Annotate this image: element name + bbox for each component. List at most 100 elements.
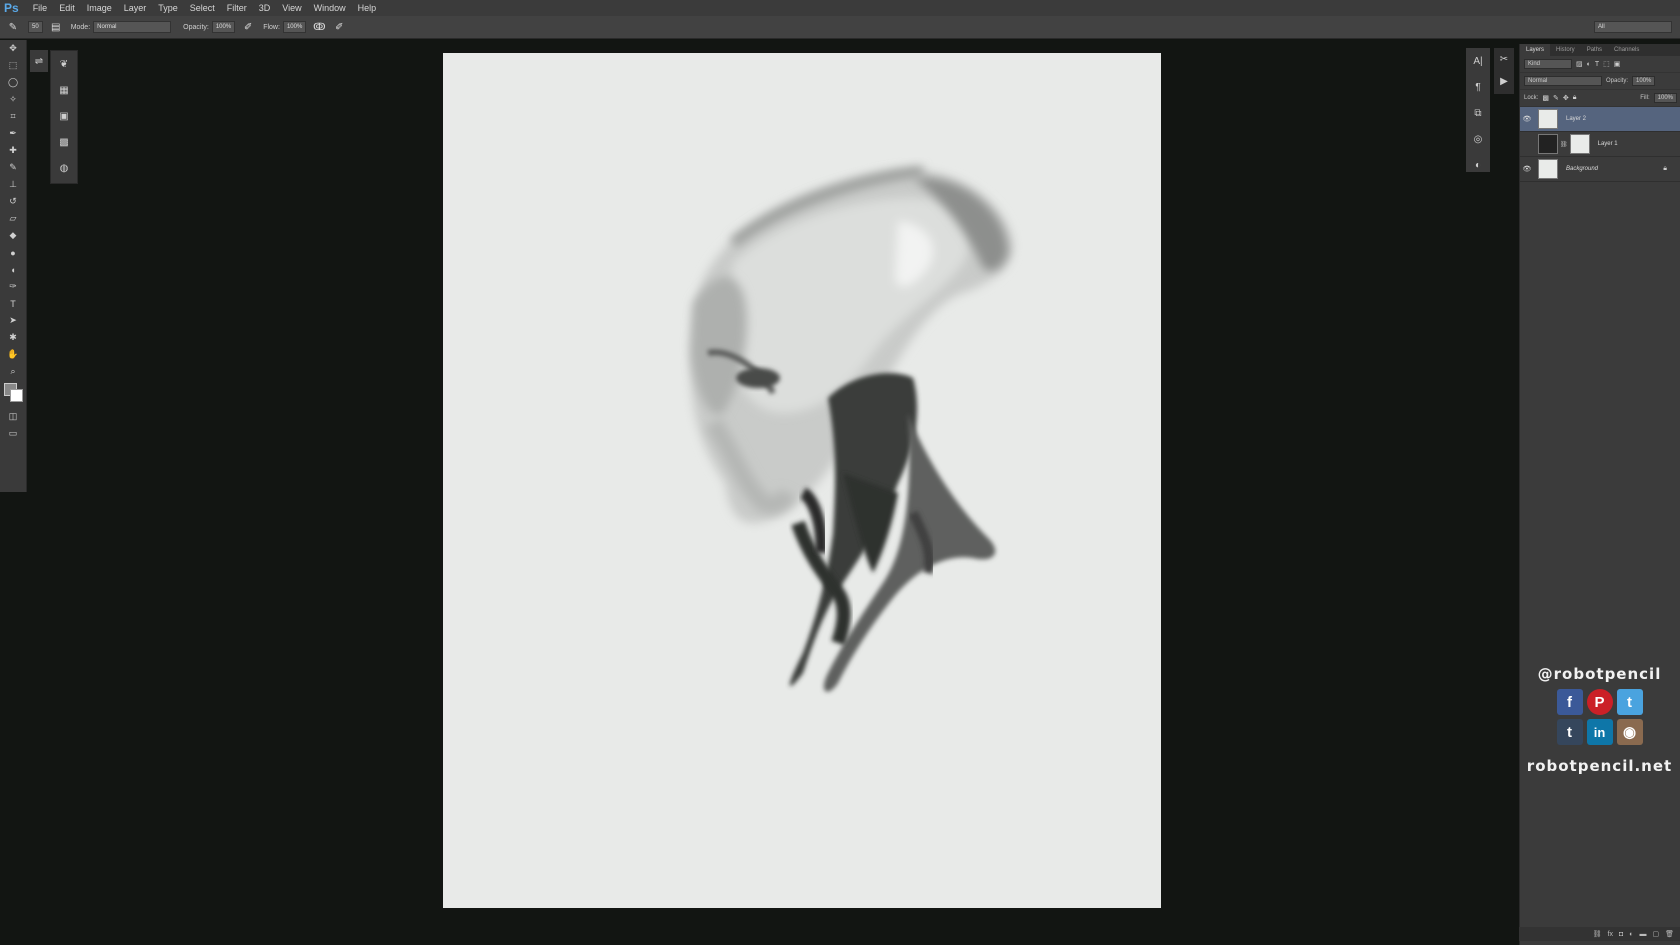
- swatches-icon[interactable]: ▩: [51, 129, 77, 155]
- menu-file[interactable]: File: [27, 3, 54, 13]
- lock-transparent-icon[interactable]: ▩: [1542, 94, 1549, 102]
- menu-image[interactable]: Image: [81, 3, 118, 13]
- paint-bucket-tool-icon[interactable]: ◆: [0, 227, 26, 244]
- menu-help[interactable]: Help: [352, 3, 383, 13]
- tab-paths[interactable]: Paths: [1581, 47, 1608, 53]
- facebook-icon[interactable]: f: [1556, 689, 1583, 715]
- navigator-icon[interactable]: ◍: [51, 155, 77, 181]
- type-tool-icon[interactable]: T: [0, 295, 26, 312]
- layer-opacity-label: Opacity:: [1606, 78, 1629, 84]
- lock-all-icon[interactable]: 🔒︎: [1573, 94, 1577, 102]
- instagram-icon[interactable]: ◉: [1616, 719, 1643, 745]
- paragraph-panel-icon[interactable]: ¶: [1466, 74, 1490, 100]
- brush-settings-icon[interactable]: ▦: [51, 77, 77, 103]
- linkedin-icon[interactable]: in: [1586, 719, 1613, 745]
- blend-mode-select[interactable]: Normal: [1524, 76, 1602, 86]
- adjustments-panel-icon[interactable]: ◎: [1466, 126, 1490, 152]
- menu-3d[interactable]: 3D: [253, 3, 277, 13]
- tumblr-icon[interactable]: t: [1556, 719, 1583, 745]
- layer-style-icon[interactable]: fx: [1608, 931, 1613, 938]
- layer-name[interactable]: Background: [1566, 166, 1598, 172]
- mask-link-icon[interactable]: ⛓: [1560, 141, 1568, 148]
- workspace-select[interactable]: All: [1594, 21, 1672, 33]
- filter-type-icon[interactable]: T: [1595, 61, 1599, 68]
- history-brush-tool-icon[interactable]: ↺: [0, 193, 26, 210]
- filter-kind-select[interactable]: Kind: [1524, 59, 1572, 69]
- flow-field[interactable]: 100%: [282, 21, 307, 33]
- styles-panel-icon[interactable]: ◐: [1466, 152, 1490, 178]
- layer-opacity-field[interactable]: 100%: [1632, 76, 1656, 86]
- new-adjustment-icon[interactable]: ◐: [1629, 931, 1633, 938]
- lock-position-icon[interactable]: ✥: [1563, 94, 1569, 102]
- eyedropper-tool-icon[interactable]: ✒: [0, 125, 26, 142]
- eraser-tool-icon[interactable]: ▱: [0, 210, 26, 227]
- visibility-eye-icon[interactable]: 👁︎: [1520, 165, 1534, 173]
- tools-options-icon[interactable]: ✂: [1494, 48, 1514, 70]
- menu-view[interactable]: View: [276, 3, 307, 13]
- airbrush-icon[interactable]: ↂ: [312, 20, 326, 34]
- pinterest-icon[interactable]: P: [1586, 689, 1613, 715]
- quick-mask-icon[interactable]: ◫: [0, 408, 26, 425]
- clone-stamp-tool-icon[interactable]: ⊥: [0, 176, 26, 193]
- blur-tool-icon[interactable]: ●: [0, 244, 26, 261]
- zoom-tool-icon[interactable]: ⌕: [0, 363, 26, 380]
- menu-layer[interactable]: Layer: [118, 3, 153, 13]
- clone-source-icon[interactable]: ▣: [51, 103, 77, 129]
- tool-presets-icon[interactable]: ⇌: [30, 50, 48, 72]
- marquee-tool-icon[interactable]: ⬚: [0, 57, 26, 74]
- link-layers-icon[interactable]: ⛓: [1593, 930, 1602, 938]
- layer-row-layer-2[interactable]: 👁︎ Layer 2: [1520, 107, 1680, 132]
- layer-name[interactable]: Layer 1: [1598, 141, 1618, 147]
- add-mask-icon[interactable]: ◘: [1619, 931, 1623, 938]
- pressure-opacity-icon[interactable]: ✐: [241, 20, 255, 34]
- layer-name[interactable]: Layer 2: [1566, 116, 1586, 122]
- character-panel-icon[interactable]: A|: [1466, 48, 1490, 74]
- custom-shape-tool-icon[interactable]: ✱: [0, 329, 26, 346]
- crop-tool-icon[interactable]: ⌗: [0, 108, 26, 125]
- pressure-size-icon[interactable]: ✐: [332, 20, 346, 34]
- layer-row-layer-1[interactable]: ⛓ Layer 1: [1520, 132, 1680, 157]
- brush-tool-preset-icon[interactable]: ✎: [6, 20, 20, 34]
- tool-presets-collapsed[interactable]: ⇌: [30, 50, 48, 72]
- twitter-icon[interactable]: t: [1616, 689, 1643, 715]
- filter-pixel-icon[interactable]: ▨: [1576, 60, 1583, 68]
- delete-layer-icon[interactable]: 🗑︎: [1665, 930, 1674, 938]
- pen-tool-icon[interactable]: ✑: [0, 278, 26, 295]
- opacity-field[interactable]: 100%: [211, 21, 236, 33]
- lock-image-icon[interactable]: ✎: [1553, 94, 1559, 102]
- mode-select[interactable]: Normal: [93, 21, 172, 33]
- properties-panel-icon[interactable]: ⧉: [1466, 100, 1490, 126]
- brush-panel-toggle-icon[interactable]: ▤: [49, 20, 63, 34]
- tab-channels[interactable]: Channels: [1608, 47, 1645, 53]
- tab-history[interactable]: History: [1550, 47, 1581, 53]
- move-tool-icon[interactable]: ✥: [0, 40, 26, 57]
- screen-mode-icon[interactable]: ▭: [0, 425, 26, 442]
- layer-row-background[interactable]: 👁︎ Background 🔒︎: [1520, 157, 1680, 182]
- color-swatches[interactable]: [0, 380, 26, 408]
- hand-tool-icon[interactable]: ✋: [0, 346, 26, 363]
- menu-type[interactable]: Type: [152, 3, 184, 13]
- tab-layers[interactable]: Layers: [1520, 44, 1551, 56]
- brush-presets-icon[interactable]: ❦: [51, 51, 77, 77]
- brush-size-field[interactable]: 50: [28, 21, 43, 33]
- lasso-tool-icon[interactable]: ◯: [0, 74, 26, 91]
- new-layer-icon[interactable]: ▢: [1652, 930, 1659, 938]
- filter-shape-icon[interactable]: ⬚: [1603, 60, 1610, 68]
- visibility-eye-icon[interactable]: 👁︎: [1520, 115, 1534, 123]
- menu-filter[interactable]: Filter: [221, 3, 253, 13]
- healing-brush-tool-icon[interactable]: ✚: [0, 142, 26, 159]
- filter-adjustment-icon[interactable]: ◐: [1587, 61, 1591, 68]
- path-selection-tool-icon[interactable]: ➤: [0, 312, 26, 329]
- fill-field[interactable]: 100%: [1653, 93, 1677, 103]
- dodge-tool-icon[interactable]: ◖: [0, 261, 26, 278]
- new-group-icon[interactable]: ▬: [1639, 931, 1646, 938]
- filter-smart-object-icon[interactable]: ▣: [1614, 60, 1621, 68]
- brush-tool-icon[interactable]: ✎: [0, 159, 26, 176]
- background-color-swatch[interactable]: [10, 389, 23, 402]
- menu-select[interactable]: Select: [184, 3, 221, 13]
- magic-wand-tool-icon[interactable]: ✧: [0, 91, 26, 108]
- menu-edit[interactable]: Edit: [53, 3, 81, 13]
- menu-window[interactable]: Window: [308, 3, 352, 13]
- actions-panel-icon[interactable]: ▶: [1494, 70, 1514, 92]
- document-canvas[interactable]: [443, 53, 1161, 908]
